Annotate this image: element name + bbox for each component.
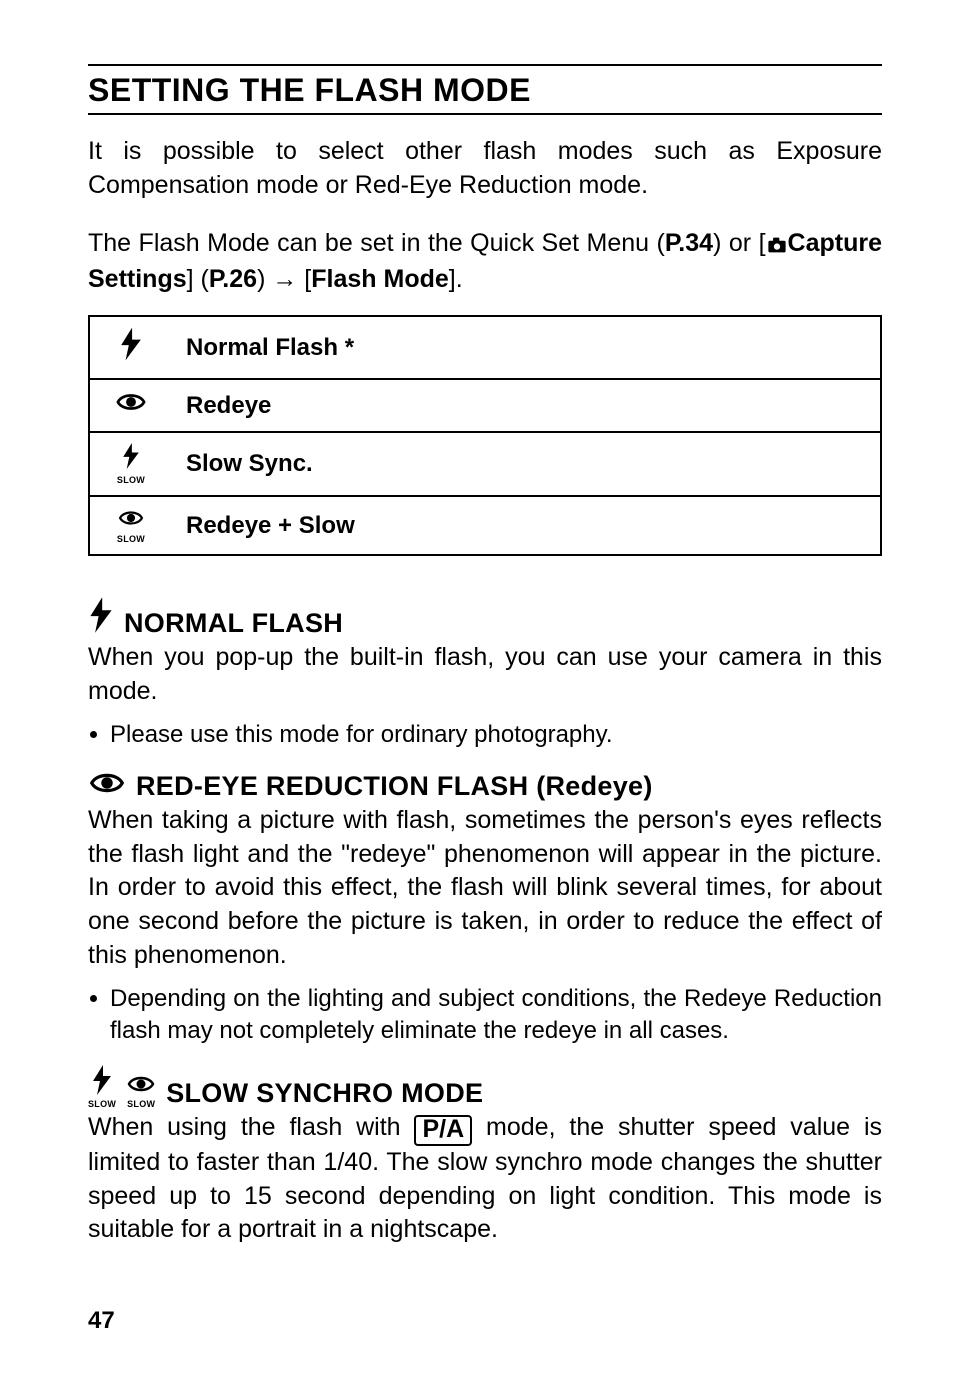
eye-icon xyxy=(88,769,126,802)
table-row: SLOW Redeye + Slow xyxy=(89,496,881,555)
text: The Flash Mode can be set in the Quick S… xyxy=(88,229,665,257)
bullet-item: Depending on the lighting and subject co… xyxy=(88,983,882,1048)
flash-icon xyxy=(88,596,114,639)
table-row: Normal Flash * xyxy=(89,316,881,379)
table-row: SLOW Slow Sync. xyxy=(89,432,881,496)
arrow-icon: → xyxy=(272,265,297,293)
slow-text: SLOW xyxy=(88,1100,116,1109)
table-cell-label: Normal Flash * xyxy=(172,316,881,379)
table-cell-label: Slow Sync. xyxy=(172,432,881,496)
flash-icon xyxy=(89,316,172,379)
camera-icon xyxy=(766,230,788,264)
flash-mode-table: Normal Flash * Redeye SLOW Slow Sync. SL… xyxy=(88,315,882,556)
eye-slow-icon: SLOW xyxy=(89,496,172,555)
eye-icon xyxy=(89,379,172,432)
flash-slow-icon: SLOW xyxy=(88,1065,116,1109)
text: ]. xyxy=(449,265,463,293)
text: [ xyxy=(297,265,311,293)
text: ) or [ xyxy=(713,229,765,257)
eye-slow-icon: SLOW xyxy=(126,1073,156,1109)
slow-text: SLOW xyxy=(96,535,166,544)
bullet-item: Please use this mode for ordinary photog… xyxy=(88,719,882,751)
normal-flash-paragraph: When you pop-up the built-in flash, you … xyxy=(88,641,882,709)
page-ref: P.26 xyxy=(209,265,257,293)
table-cell-label: Redeye xyxy=(172,379,881,432)
flash-slow-icon: SLOW xyxy=(89,432,172,496)
intro-paragraph-2: The Flash Mode can be set in the Quick S… xyxy=(88,227,882,298)
redeye-paragraph: When taking a picture with flash, someti… xyxy=(88,804,882,973)
slow-text: SLOW xyxy=(126,1100,156,1109)
text: When using the flash with xyxy=(88,1113,414,1141)
slow-text: SLOW xyxy=(96,476,166,485)
pa-mode-badge: P/A xyxy=(414,1115,472,1146)
table-cell-label: Redeye + Slow xyxy=(172,496,881,555)
page-number: 47 xyxy=(88,1307,882,1335)
text: ) xyxy=(257,265,272,293)
intro-paragraph-1: It is possible to select other flash mod… xyxy=(88,135,882,203)
flash-mode-label: Flash Mode xyxy=(311,265,449,293)
subsection-heading: SLOW SYNCHRO MODE xyxy=(166,1078,483,1109)
subsection-heading: RED-EYE REDUCTION FLASH (Redeye) xyxy=(136,771,653,802)
section-heading: SETTING THE FLASH MODE xyxy=(88,72,882,109)
subsection-heading: NORMAL FLASH xyxy=(124,608,343,639)
page-ref: P.34 xyxy=(665,229,713,257)
slow-synchro-paragraph: When using the flash with P/A mode, the … xyxy=(88,1111,882,1247)
table-row: Redeye xyxy=(89,379,881,432)
text: ] ( xyxy=(187,265,209,293)
